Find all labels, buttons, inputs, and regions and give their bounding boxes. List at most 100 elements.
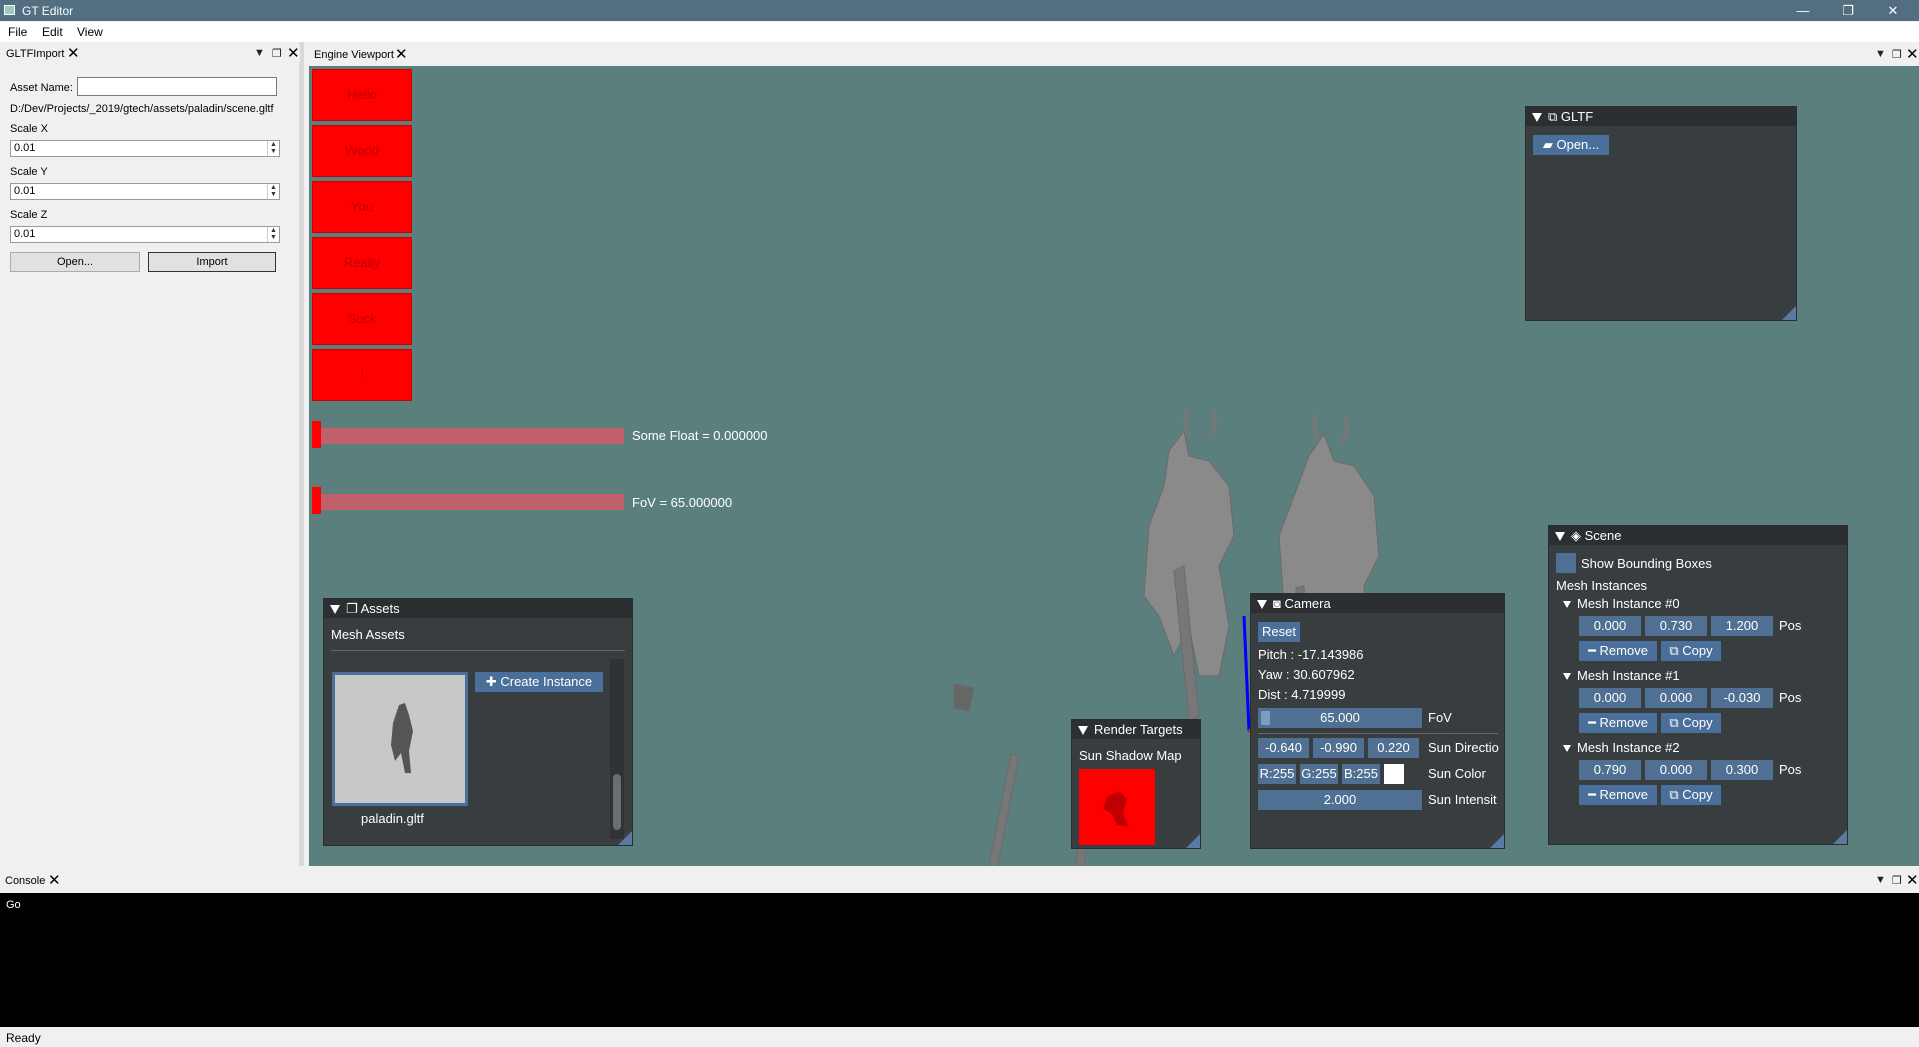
sun-dir-x[interactable]: -0.640 — [1258, 738, 1309, 758]
gltf-open-button[interactable]: ▰ Open... — [1533, 135, 1609, 155]
collapse-icon[interactable] — [1532, 113, 1542, 123]
float-dock-icon[interactable]: ❐ — [1892, 874, 1902, 887]
mesh-instance-2-node[interactable]: Mesh Instance #2 — [1563, 740, 1680, 755]
scrollbar[interactable] — [610, 659, 624, 839]
gltf-window-title[interactable]: ⧉ GLTF — [1526, 107, 1796, 126]
dock-menu-icon[interactable]: ▼ — [254, 47, 265, 59]
engine-viewport[interactable]: Hello World You Really Suck ! Some Float… — [309, 66, 1919, 866]
collapse-icon[interactable] — [1257, 600, 1267, 610]
scrollbar-thumb[interactable] — [613, 774, 621, 830]
spin-arrows-icon[interactable]: ▲ ▼ — [267, 227, 279, 242]
instance-0-remove-button[interactable]: ━ Remove — [1579, 641, 1657, 661]
minimize-button[interactable]: — — [1788, 1, 1818, 20]
sun-color-r[interactable]: R:255 — [1258, 764, 1296, 784]
menu-view[interactable]: View — [77, 25, 103, 39]
fov-slider-field[interactable]: 65.000 — [1258, 708, 1422, 728]
plus-icon: ✚ — [485, 674, 501, 689]
instance-1-remove-button[interactable]: ━ Remove — [1579, 713, 1657, 733]
asset-thumbnail[interactable] — [332, 672, 468, 806]
close-tab-icon[interactable]: ✕ — [48, 873, 61, 888]
collapse-icon[interactable] — [1555, 532, 1565, 542]
assets-title-text: Assets — [360, 601, 400, 616]
close-dock-icon[interactable]: ✕ — [287, 46, 300, 61]
scene-window-title[interactable]: ◈ Scene — [1549, 526, 1847, 545]
menu-file[interactable]: File — [8, 25, 27, 39]
menu-edit[interactable]: Edit — [42, 25, 63, 39]
dock-menu-icon[interactable]: ▼ — [1875, 874, 1886, 886]
float-dock-icon[interactable]: ❐ — [272, 47, 282, 60]
close-tab-icon[interactable]: ✕ — [67, 46, 80, 61]
resize-grip[interactable] — [1782, 306, 1796, 320]
really-button[interactable]: Really — [312, 237, 412, 289]
scale-y-spinbox[interactable]: 0.01 ▲ ▼ — [10, 183, 280, 200]
instance-1-pos-y[interactable]: 0.000 — [1645, 688, 1707, 708]
mesh-instance-0-node[interactable]: Mesh Instance #0 — [1563, 596, 1680, 611]
instance-1-copy-button[interactable]: ⧉ Copy — [1661, 713, 1721, 733]
resize-grip[interactable] — [618, 831, 632, 845]
sun-color-b[interactable]: B:255 — [1342, 764, 1380, 784]
show-bounding-boxes-checkbox[interactable] — [1556, 553, 1576, 573]
mesh-instance-1-node[interactable]: Mesh Instance #1 — [1563, 668, 1680, 683]
resize-grip[interactable] — [1186, 834, 1200, 848]
collapse-icon[interactable] — [330, 605, 340, 615]
assets-window: ❐ Assets Mesh Assets paladin.gltf ✚ Crea… — [323, 598, 633, 846]
sun-dir-z[interactable]: 0.220 — [1368, 738, 1419, 758]
scale-x-spinbox[interactable]: 0.01 ▲ ▼ — [10, 140, 280, 157]
expand-icon[interactable] — [1563, 673, 1571, 681]
dock-menu-icon[interactable]: ▼ — [1875, 48, 1886, 60]
expand-icon[interactable] — [1563, 601, 1571, 609]
instance-2-pos-z[interactable]: 0.300 — [1711, 760, 1773, 780]
collapse-icon[interactable] — [1078, 726, 1088, 736]
camera-reset-button[interactable]: Reset — [1258, 622, 1300, 642]
fov-grab[interactable] — [1261, 711, 1270, 725]
instance-0-pos-y[interactable]: 0.730 — [1645, 616, 1707, 636]
spin-arrows-icon[interactable]: ▲ ▼ — [267, 141, 279, 156]
close-dock-icon[interactable]: ✕ — [1906, 873, 1919, 888]
restore-button[interactable]: ❐ — [1833, 1, 1863, 20]
instance-2-remove-button[interactable]: ━ Remove — [1579, 785, 1657, 805]
open-file-button[interactable]: Open... — [10, 252, 140, 272]
suck-button[interactable]: Suck — [312, 293, 412, 345]
sun-color-swatch[interactable] — [1384, 764, 1404, 784]
close-tab-icon[interactable]: ✕ — [395, 47, 408, 62]
viewport-tab-label[interactable]: Engine Viewport — [314, 49, 394, 61]
exclaim-button[interactable]: ! — [312, 349, 412, 401]
assets-window-title[interactable]: ❐ Assets — [324, 599, 632, 618]
render-targets-title[interactable]: Render Targets — [1072, 720, 1200, 739]
asset-name-input[interactable] — [77, 77, 277, 96]
some-float-slider[interactable] — [312, 421, 624, 448]
spin-arrows-icon[interactable]: ▲ ▼ — [267, 184, 279, 199]
create-instance-button[interactable]: ✚ Create Instance — [475, 672, 603, 692]
you-button[interactable]: You — [312, 181, 412, 233]
instance-2-pos-x[interactable]: 0.790 — [1579, 760, 1641, 780]
instance-2-copy-button[interactable]: ⧉ Copy — [1661, 785, 1721, 805]
instance-1-pos-z[interactable]: -0.030 — [1711, 688, 1773, 708]
fov-slider[interactable] — [312, 487, 624, 514]
hello-button[interactable]: Hello — [312, 69, 412, 121]
sun-dir-y[interactable]: -0.990 — [1313, 738, 1364, 758]
float-dock-icon[interactable]: ❐ — [1892, 48, 1902, 61]
sun-intensity-field[interactable]: 2.000 — [1258, 790, 1422, 810]
close-dock-icon[interactable]: ✕ — [1906, 47, 1919, 62]
sun-color-g[interactable]: G:255 — [1300, 764, 1338, 784]
instance-2-pos-y[interactable]: 0.000 — [1645, 760, 1707, 780]
console-output[interactable]: Go — [0, 893, 1919, 1027]
slider-grab[interactable] — [312, 487, 321, 514]
instance-0-copy-button[interactable]: ⧉ Copy — [1661, 641, 1721, 661]
world-button[interactable]: World — [312, 125, 412, 177]
instance-0-pos-x[interactable]: 0.000 — [1579, 616, 1641, 636]
slider-track[interactable] — [320, 428, 624, 444]
close-window-button[interactable]: ✕ — [1878, 1, 1908, 20]
slider-track[interactable] — [320, 494, 624, 510]
console-tab-label[interactable]: Console — [5, 875, 45, 887]
instance-0-pos-z[interactable]: 1.200 — [1711, 616, 1773, 636]
resize-grip[interactable] — [1833, 830, 1847, 844]
resize-grip[interactable] — [1490, 834, 1504, 848]
camera-window-title[interactable]: ◙ Camera — [1251, 594, 1504, 613]
expand-icon[interactable] — [1563, 745, 1571, 753]
scale-z-spinbox[interactable]: 0.01 ▲ ▼ — [10, 226, 280, 243]
slider-grab[interactable] — [312, 421, 321, 448]
gltf-import-tab-label[interactable]: GLTFImport — [6, 48, 64, 60]
instance-1-pos-x[interactable]: 0.000 — [1579, 688, 1641, 708]
import-button[interactable]: Import — [148, 252, 276, 272]
